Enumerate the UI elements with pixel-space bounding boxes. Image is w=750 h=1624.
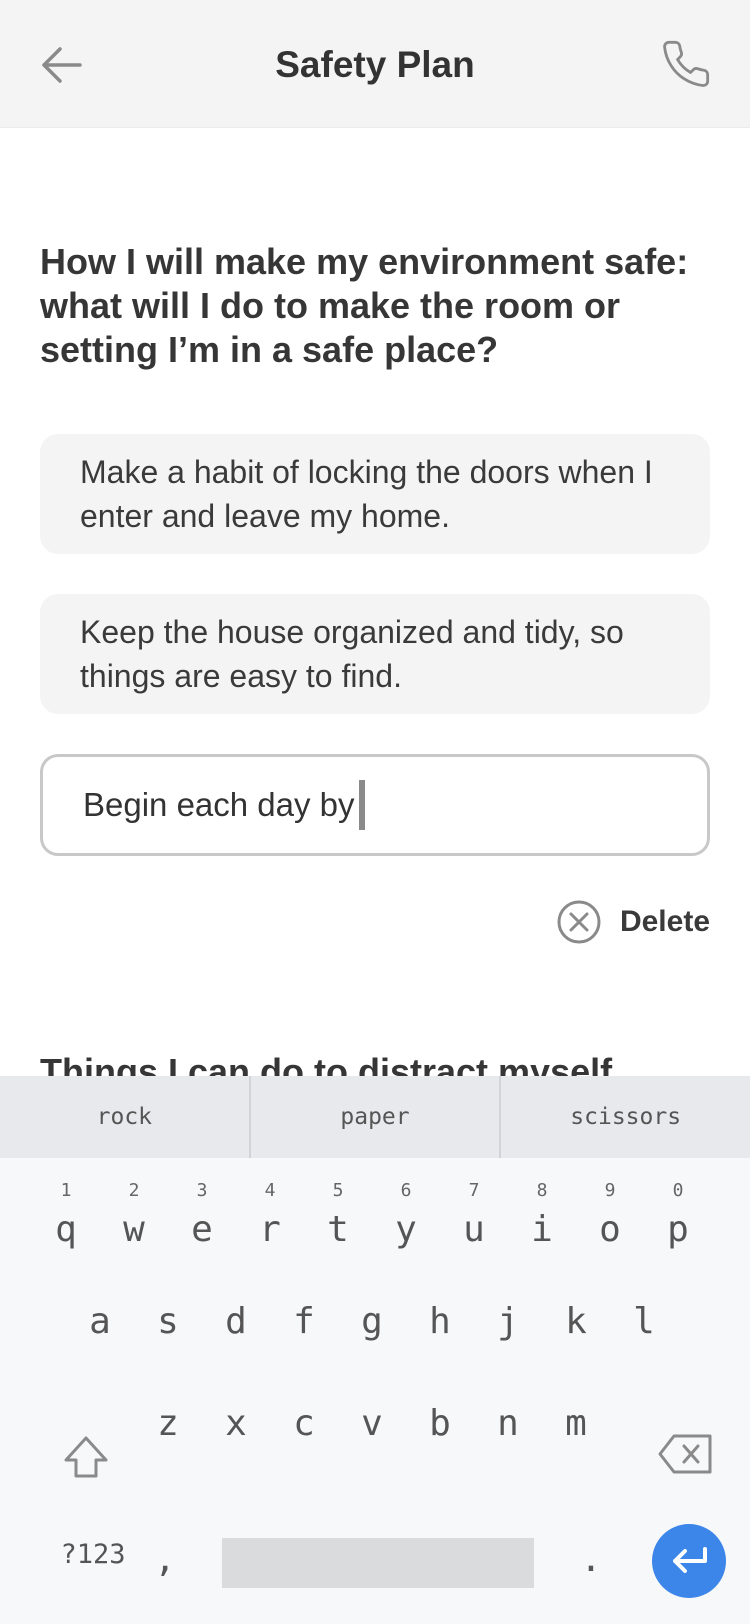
key-f[interactable]: f	[274, 1272, 334, 1352]
on-screen-keyboard: rock paper scissors ?123 , . 1q2w3e4r5t6…	[0, 1076, 750, 1624]
app-header: Safety Plan	[0, 0, 750, 128]
symbols-key[interactable]: ?123	[38, 1524, 148, 1584]
key-letter: x	[225, 1403, 247, 1444]
key-hint-digit: 0	[672, 1180, 684, 1201]
key-e[interactable]: 3e	[172, 1180, 232, 1260]
key-hint-digit: 5	[332, 1180, 344, 1201]
backspace-key[interactable]	[656, 1428, 716, 1480]
key-a[interactable]: a	[70, 1272, 130, 1352]
key-hint-digit: 4	[264, 1180, 276, 1201]
key-t[interactable]: 5t	[308, 1180, 368, 1260]
key-c[interactable]: c	[274, 1374, 334, 1454]
plan-content[interactable]: How I will make my environment safe: wha…	[0, 128, 750, 1076]
key-letter: f	[293, 1301, 315, 1342]
shift-icon	[64, 1436, 108, 1478]
key-u[interactable]: 7u	[444, 1180, 504, 1260]
key-letter: a	[89, 1301, 111, 1342]
key-j[interactable]: j	[478, 1272, 538, 1352]
text-cursor	[358, 780, 365, 830]
suggestion-bar: rock paper scissors	[0, 1076, 750, 1158]
key-letter: o	[599, 1209, 621, 1250]
suggestion-chip[interactable]: rock	[0, 1076, 251, 1158]
key-letter: g	[361, 1301, 383, 1342]
key-m[interactable]: m	[546, 1374, 606, 1454]
key-letter: e	[191, 1209, 213, 1250]
shift-key[interactable]	[58, 1426, 114, 1486]
key-letter: t	[327, 1209, 349, 1250]
key-x[interactable]: x	[206, 1374, 266, 1454]
key-h[interactable]: h	[410, 1272, 470, 1352]
key-hint-digit: 7	[468, 1180, 480, 1201]
key-letter: j	[497, 1301, 519, 1342]
backspace-icon	[658, 1434, 712, 1474]
key-letter: s	[157, 1301, 179, 1342]
key-z[interactable]: z	[138, 1374, 198, 1454]
key-letter: d	[225, 1301, 247, 1342]
key-letter: v	[361, 1403, 383, 1444]
key-o[interactable]: 9o	[580, 1180, 640, 1260]
period-key[interactable]: .	[566, 1524, 616, 1594]
page-title: Safety Plan	[275, 44, 475, 85]
enter-icon	[673, 1547, 707, 1573]
key-letter: h	[429, 1301, 451, 1342]
close-circle-icon	[557, 900, 601, 944]
key-letter: z	[157, 1403, 179, 1444]
key-letter: p	[667, 1209, 689, 1250]
key-v[interactable]: v	[342, 1374, 402, 1454]
key-hint-digit: 8	[536, 1180, 548, 1201]
key-l[interactable]: l	[614, 1272, 674, 1352]
key-q[interactable]: 1q	[36, 1180, 96, 1260]
key-hint-digit: 6	[400, 1180, 412, 1201]
key-letter: u	[463, 1209, 485, 1250]
key-w[interactable]: 2w	[104, 1180, 164, 1260]
key-letter: l	[633, 1301, 655, 1342]
entry-card[interactable]: Keep the house organized and tidy, so th…	[40, 594, 710, 714]
key-letter: w	[123, 1209, 145, 1250]
enter-key[interactable]	[652, 1524, 726, 1598]
suggestion-chip[interactable]: scissors	[501, 1076, 750, 1158]
comma-key[interactable]: ,	[140, 1524, 190, 1594]
key-n[interactable]: n	[478, 1374, 538, 1454]
entry-card[interactable]: Make a habit of locking the doors when I…	[40, 434, 710, 554]
entry-input-text: Begin each day by	[83, 786, 355, 823]
key-letter: y	[395, 1209, 417, 1250]
key-k[interactable]: k	[546, 1272, 606, 1352]
key-hint-digit: 1	[60, 1180, 72, 1201]
call-button[interactable]	[660, 38, 712, 90]
key-letter: m	[565, 1403, 587, 1444]
key-r[interactable]: 4r	[240, 1180, 300, 1260]
key-y[interactable]: 6y	[376, 1180, 436, 1260]
key-letter: q	[55, 1209, 77, 1250]
key-hint-digit: 3	[196, 1180, 208, 1201]
suggestion-chip[interactable]: paper	[251, 1076, 502, 1158]
delete-button[interactable]: Delete	[556, 898, 710, 946]
entry-input[interactable]: Begin each day by	[40, 754, 710, 856]
key-hint-digit: 9	[604, 1180, 616, 1201]
key-b[interactable]: b	[410, 1374, 470, 1454]
phone-icon	[663, 40, 710, 87]
key-p[interactable]: 0p	[648, 1180, 708, 1260]
key-s[interactable]: s	[138, 1272, 198, 1352]
key-letter: k	[565, 1301, 587, 1342]
key-hint-digit: 2	[128, 1180, 140, 1201]
key-letter: b	[429, 1403, 451, 1444]
section-question: How I will make my environment safe: wha…	[40, 241, 689, 370]
delete-label: Delete	[619, 905, 710, 938]
key-letter: i	[531, 1209, 553, 1250]
key-letter: n	[497, 1403, 519, 1444]
key-g[interactable]: g	[342, 1272, 402, 1352]
key-letter: r	[259, 1209, 281, 1250]
next-section-heading: Things I can do to distract myself	[40, 1051, 613, 1076]
space-key[interactable]	[222, 1538, 534, 1588]
key-letter: c	[293, 1403, 315, 1444]
key-i[interactable]: 8i	[512, 1180, 572, 1260]
key-d[interactable]: d	[206, 1272, 266, 1352]
